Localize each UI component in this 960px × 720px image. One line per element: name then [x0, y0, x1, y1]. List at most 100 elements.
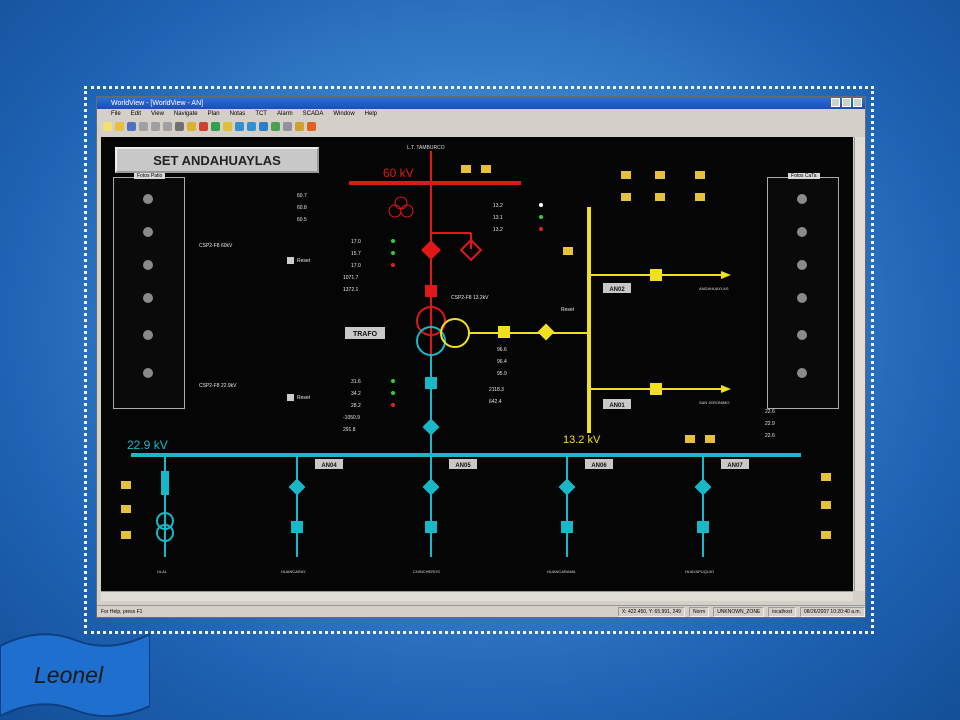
pan-icon[interactable]: [271, 121, 280, 131]
settings-icon[interactable]: [307, 121, 316, 131]
camera-icon[interactable]: [143, 227, 153, 237]
an06-label: AN06: [591, 463, 607, 469]
save-icon[interactable]: [127, 121, 136, 131]
menu-notas[interactable]: Notas: [230, 111, 246, 117]
lv-disconnector[interactable]: [425, 377, 437, 389]
window-controls: [831, 98, 862, 107]
an05-disconnector[interactable]: [425, 521, 437, 533]
lv-bus-label: 22.9 kV: [127, 438, 168, 452]
indicator[interactable]: [821, 531, 831, 539]
indicator[interactable]: [621, 171, 631, 179]
camera-icon[interactable]: [143, 330, 153, 340]
vertical-scrollbar[interactable]: [854, 137, 865, 591]
indicator[interactable]: [821, 473, 831, 481]
camera-icon[interactable]: [797, 227, 807, 237]
camera-icon[interactable]: [797, 194, 807, 204]
maximize-button[interactable]: [842, 98, 851, 107]
indicator[interactable]: [705, 435, 715, 443]
alarm-icon[interactable]: [199, 121, 208, 131]
camera-icon[interactable]: [143, 194, 153, 204]
indicator[interactable]: [481, 165, 491, 173]
reset-button[interactable]: [287, 257, 294, 264]
an04-breaker[interactable]: [288, 478, 306, 496]
cut-icon[interactable]: [139, 121, 148, 131]
toolbar: [97, 119, 865, 133]
an05-breaker[interactable]: [422, 478, 440, 496]
indicator[interactable]: [461, 165, 471, 173]
new-icon[interactable]: [103, 121, 112, 131]
menu-alarm[interactable]: Alarm: [277, 111, 293, 117]
mv-disconnector[interactable]: [498, 326, 510, 338]
camera-icon[interactable]: [797, 260, 807, 270]
an02-breaker[interactable]: [650, 269, 662, 281]
status-dot: [539, 227, 543, 231]
lv-breaker[interactable]: [422, 418, 440, 436]
forward-icon[interactable]: [223, 121, 232, 131]
lv-switches: [161, 471, 712, 533]
menu-navigate[interactable]: Navigate: [174, 111, 198, 117]
reset-label-top[interactable]: Reset: [297, 258, 311, 264]
status-dot: [391, 403, 395, 407]
refresh-icon[interactable]: [283, 121, 292, 131]
menu-scada[interactable]: SCADA: [303, 111, 324, 117]
open-icon[interactable]: [115, 121, 124, 131]
camera-icon[interactable]: [143, 368, 153, 378]
zoom-fit-icon[interactable]: [259, 121, 268, 131]
lv-mw: -1050.9: [343, 415, 360, 421]
camera-icon[interactable]: [797, 330, 807, 340]
indicator[interactable]: [821, 501, 831, 509]
an06-breaker[interactable]: [558, 478, 576, 496]
indicator[interactable]: [655, 171, 665, 179]
indicator[interactable]: [121, 505, 131, 513]
an07-breaker[interactable]: [694, 478, 712, 496]
kv132-reading-a: 13.2: [493, 203, 503, 209]
menu-plan[interactable]: Plan: [208, 111, 220, 117]
layer-icon[interactable]: [295, 121, 304, 131]
menu-edit[interactable]: Edit: [131, 111, 141, 117]
mid-mw: 2118.3: [489, 387, 504, 393]
menu-view[interactable]: View: [151, 111, 164, 117]
zoom-out-icon[interactable]: [247, 121, 256, 131]
an01-breaker[interactable]: [650, 383, 662, 395]
folder-icon[interactable]: [187, 121, 196, 131]
reset-button[interactable]: [287, 394, 294, 401]
an07-disconnector[interactable]: [697, 521, 709, 533]
an06-disconnector[interactable]: [561, 521, 573, 533]
hv-breaker[interactable]: [421, 240, 441, 260]
indicator[interactable]: [655, 193, 665, 201]
paste-icon[interactable]: [163, 121, 172, 131]
menu-help[interactable]: Help: [365, 111, 377, 117]
close-button[interactable]: [853, 98, 862, 107]
minimize-button[interactable]: [831, 98, 840, 107]
menu-window[interactable]: Window: [333, 111, 354, 117]
status-dot: [539, 203, 543, 207]
camera-icon[interactable]: [797, 293, 807, 303]
back-icon[interactable]: [211, 121, 220, 131]
print-icon[interactable]: [175, 121, 184, 131]
indicator[interactable]: [695, 171, 705, 179]
reset-label-bottom[interactable]: Reset: [297, 395, 311, 401]
menu-file[interactable]: File: [111, 111, 121, 117]
kv-readings-60: 60.7 60.8 60.5: [297, 193, 307, 223]
camera-icon[interactable]: [797, 368, 807, 378]
indicator[interactable]: [695, 193, 705, 201]
reset-label-mid[interactable]: Reset: [561, 307, 575, 313]
an04-disconnector[interactable]: [291, 521, 303, 533]
zoom-in-icon[interactable]: [235, 121, 244, 131]
horizontal-scrollbar[interactable]: [101, 591, 853, 601]
indicator[interactable]: [685, 435, 695, 443]
camera-icon[interactable]: [143, 293, 153, 303]
kv229-reading-c: 22.6: [765, 433, 775, 439]
camera-icon[interactable]: [143, 260, 153, 270]
mv-breaker[interactable]: [537, 323, 555, 341]
author-label: Leonel: [34, 662, 104, 688]
indicator[interactable]: [121, 481, 131, 489]
ulal-fuse[interactable]: [161, 471, 169, 495]
indicator[interactable]: [621, 193, 631, 201]
hv-disconnector[interactable]: [425, 285, 437, 297]
indicator[interactable]: [121, 531, 131, 539]
status-time: 08/26/2007 10:20:40 a.m.: [800, 606, 865, 617]
copy-icon[interactable]: [151, 121, 160, 131]
menu-tct[interactable]: TCT: [255, 111, 267, 117]
indicator[interactable]: [563, 247, 573, 255]
